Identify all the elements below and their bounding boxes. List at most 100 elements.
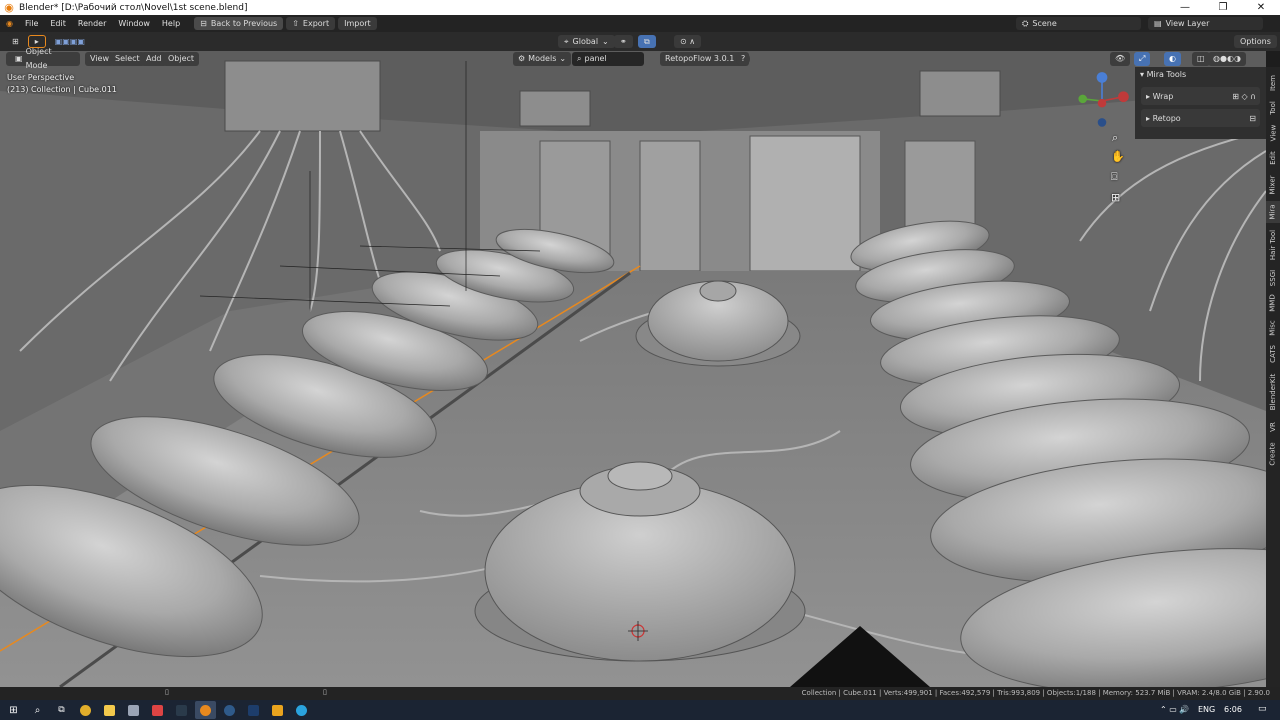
- camera-icon[interactable]: ⌼: [1111, 170, 1118, 184]
- expand-arrow-icon: ▸: [1146, 113, 1151, 123]
- tab-vr[interactable]: VR: [1266, 417, 1280, 437]
- view-layer-icon: ▤: [1154, 19, 1162, 28]
- scene-stats: Collection | Cube.011 | Verts:499,901 | …: [801, 689, 1270, 697]
- file-explorer-icon[interactable]: [99, 701, 120, 719]
- sidebar-tabs: Item Tool View Edit Mixer Mira Hair Tool…: [1266, 67, 1280, 687]
- export-icon: ⇧: [292, 19, 299, 28]
- tab-create[interactable]: Create: [1266, 439, 1280, 469]
- mouse-middle-icon: ▯: [323, 688, 327, 696]
- collection-info-label: (213) Collection | Cube.011: [7, 85, 117, 94]
- clock[interactable]: 6:06: [1224, 705, 1242, 714]
- media-player-icon[interactable]: [267, 701, 288, 719]
- menu-file[interactable]: File: [19, 15, 44, 32]
- menu-render[interactable]: Render: [72, 15, 112, 32]
- wrap-row[interactable]: ▸ Wrap ⊞ ◇ ∩: [1141, 87, 1260, 105]
- app-icon-dark[interactable]: [171, 701, 192, 719]
- language-indicator[interactable]: ENG: [1198, 705, 1215, 714]
- retopo-row[interactable]: ▸ Retopo ⊟: [1141, 109, 1260, 127]
- chevron-down-icon: ⌄: [602, 37, 609, 46]
- tab-view[interactable]: View: [1266, 121, 1280, 145]
- models-icon: ⚙: [518, 54, 526, 63]
- tab-mira[interactable]: Mira: [1266, 201, 1280, 223]
- object-menu[interactable]: Object: [163, 52, 200, 66]
- tab-blenderkit[interactable]: BlenderKit: [1266, 369, 1280, 415]
- back-icon: ⊟: [200, 19, 207, 28]
- tab-ssgi[interactable]: SSGI: [1266, 267, 1280, 289]
- menu-help[interactable]: Help: [156, 15, 186, 32]
- tool-settings-bar: ⊞ ▸ ▣▣▣▣ ⌖ Global ⌄ ⚭ ⧉ ⊙ ∧ Options: [0, 32, 1280, 51]
- import-button[interactable]: Import: [338, 17, 377, 30]
- minimize-button[interactable]: —: [1166, 0, 1204, 15]
- overlay-toggle-icon[interactable]: ◐: [1164, 52, 1181, 66]
- blender-menu-icon[interactable]: ◉: [0, 15, 19, 32]
- windows-taskbar: ⊞ ⌕ ⧉ ⌃ ▭ 🔊 ENG 6:06 ▭: [0, 700, 1280, 720]
- tab-misc[interactable]: Misc: [1266, 317, 1280, 339]
- gizmo-toggle-icon[interactable]: ⤢: [1134, 52, 1151, 66]
- transform-orientation-dropdown[interactable]: ⌖ Global ⌄: [558, 35, 615, 48]
- tab-tool[interactable]: Tool: [1266, 97, 1280, 119]
- tab-edit[interactable]: Edit: [1266, 147, 1280, 169]
- zoom-icon[interactable]: ⌕: [1112, 131, 1118, 145]
- wrap-tool-icons[interactable]: ⊞ ◇ ∩: [1232, 92, 1256, 101]
- view-layer-selector[interactable]: ▤ View Layer: [1148, 17, 1263, 30]
- photoshop-icon[interactable]: [243, 701, 264, 719]
- tab-item[interactable]: Item: [1266, 71, 1280, 95]
- tab-mixer[interactable]: Mixer: [1266, 171, 1280, 199]
- scene-icon: ⛭: [1022, 19, 1029, 28]
- select-menu[interactable]: Select: [110, 52, 145, 66]
- mira-tools-title[interactable]: ▾ Mira Tools: [1135, 67, 1266, 83]
- tab-hair-tool[interactable]: Hair Tool: [1266, 225, 1280, 265]
- expand-arrow-icon: ▸: [1146, 91, 1151, 101]
- maximize-button[interactable]: ❐: [1204, 0, 1242, 15]
- ortho-grid-icon[interactable]: ⊞: [1111, 191, 1120, 204]
- scene-selector[interactable]: ⛭ Scene: [1016, 17, 1141, 30]
- task-view-icon[interactable]: ⧉: [51, 701, 72, 719]
- app-icon-generic[interactable]: [123, 701, 144, 719]
- xray-toggle-icon[interactable]: ◫: [1192, 52, 1210, 66]
- app-icon-red[interactable]: [147, 701, 168, 719]
- retopo-tool-icon[interactable]: ⊟: [1249, 114, 1256, 123]
- object-mode-icon: ▣: [15, 54, 23, 63]
- status-bar: ▯ ▯ Collection | Cube.011 | Verts:499,90…: [0, 687, 1280, 700]
- options-dropdown[interactable]: Options: [1234, 35, 1277, 48]
- models-dropdown[interactable]: ⚙ Models ⌄: [513, 52, 572, 66]
- viewport-header: ⊞ ▣Object Mode View Select Add Object ⚙M…: [0, 47, 1280, 70]
- tray-icons[interactable]: ⌃ ▭ 🔊: [1160, 705, 1189, 714]
- notifications-icon[interactable]: ▭: [1258, 704, 1267, 714]
- search-field[interactable]: ⌕ panel: [572, 52, 644, 66]
- chevron-down-icon: ⌄: [559, 54, 567, 63]
- snap-icon[interactable]: ⧉: [638, 35, 656, 48]
- editor-type-icon[interactable]: ⊞: [6, 35, 25, 48]
- pan-hand-icon[interactable]: ✋: [1111, 150, 1125, 163]
- menu-window[interactable]: Window: [112, 15, 156, 32]
- window-controls: — ❐ ✕: [1166, 0, 1280, 15]
- proportional-edit-icon[interactable]: ⊙ ∧: [674, 35, 702, 48]
- search-icon[interactable]: ⌕: [27, 701, 48, 719]
- 3d-viewport[interactable]: User Perspective (213) Collection | Cube…: [0, 51, 1266, 687]
- scene-render: [0, 51, 1266, 687]
- tab-cats[interactable]: CATS: [1266, 341, 1280, 367]
- close-button[interactable]: ✕: [1242, 0, 1280, 15]
- menu-edit[interactable]: Edit: [44, 15, 72, 32]
- mouse-left-icon: ▯: [165, 688, 169, 696]
- blender-logo-icon: ◉: [4, 0, 14, 14]
- mira-tools-panel: ▾ Mira Tools ▸ Wrap ⊞ ◇ ∩ ▸ Retopo ⊟: [1135, 67, 1266, 139]
- search-icon: ⌕: [577, 54, 582, 63]
- title-bar: ◉ Blender* [D:\Рабочий стол\Novel\1st sc…: [0, 0, 1280, 15]
- pivot-icon[interactable]: ⚭: [614, 35, 633, 48]
- chrome-icon[interactable]: [75, 701, 96, 719]
- object-mode-dropdown[interactable]: ▣ Object Mode: [10, 47, 80, 70]
- orientation-icon: ⌖: [564, 37, 569, 46]
- navigation-gizmo[interactable]: [1072, 71, 1132, 131]
- tab-mmd[interactable]: MMD: [1266, 291, 1280, 315]
- steam-icon[interactable]: [219, 701, 240, 719]
- telegram-icon[interactable]: [291, 701, 312, 719]
- top-menu-bar: ◉ File Edit Render Window Help ⊟ Back to …: [0, 15, 1280, 32]
- export-button[interactable]: ⇧ Export: [286, 17, 336, 30]
- visibility-icon[interactable]: 👁: [1110, 52, 1131, 66]
- start-button[interactable]: ⊞: [3, 701, 24, 719]
- window-title: Blender* [D:\Рабочий стол\Novel\1st scen…: [19, 2, 248, 13]
- back-to-previous-button[interactable]: ⊟ Back to Previous: [194, 17, 284, 30]
- shading-modes-icon[interactable]: ◍●◐◑: [1208, 52, 1246, 66]
- blender-taskbar-icon[interactable]: [195, 701, 216, 719]
